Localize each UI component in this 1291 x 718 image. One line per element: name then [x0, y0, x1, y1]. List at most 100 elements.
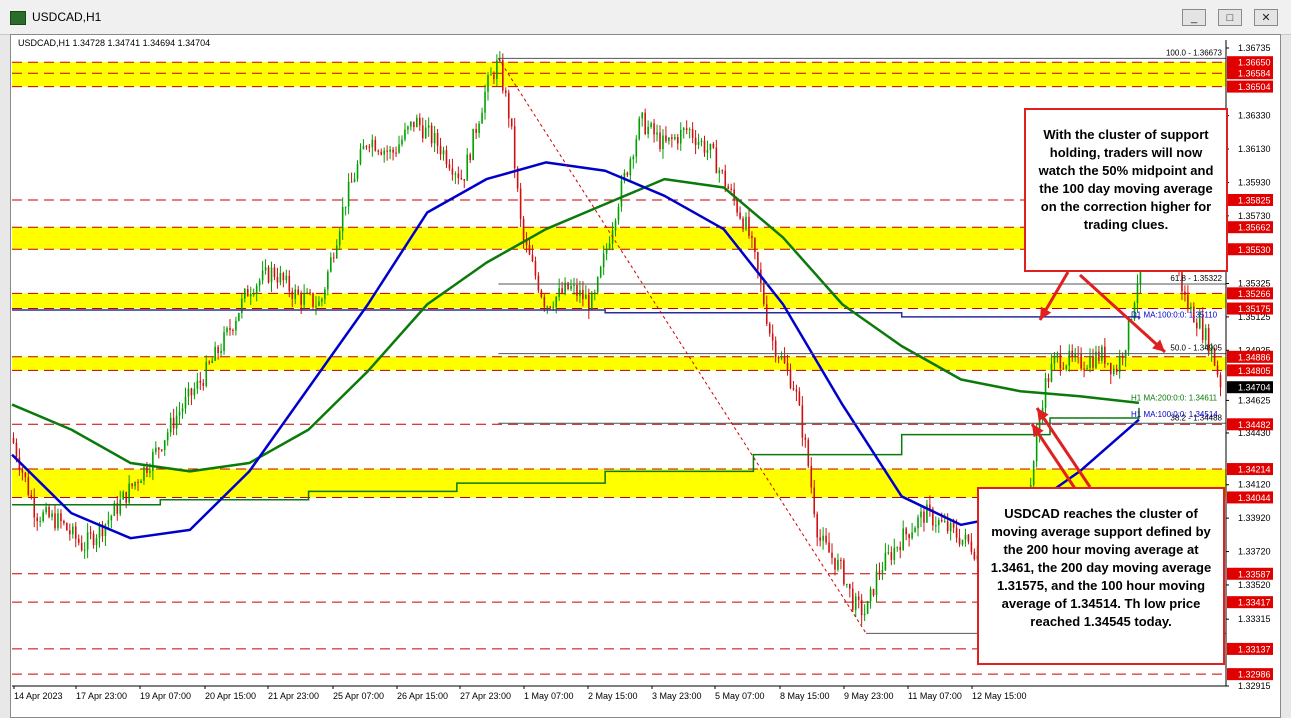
candle-body [822, 535, 824, 541]
candle-body [416, 117, 418, 128]
candle-body [306, 292, 308, 294]
candle-body [543, 297, 546, 307]
candle-body [202, 382, 205, 386]
candle-body [884, 552, 887, 571]
level-price-label: 1.36584 [1238, 69, 1271, 79]
candle-body [946, 521, 949, 532]
candle-body [644, 112, 646, 134]
candle-body [466, 154, 469, 181]
candle-body [709, 143, 712, 150]
candle-body [917, 517, 919, 529]
candle-body [169, 417, 172, 433]
candle-body [834, 557, 836, 570]
time-tick-label: 26 Apr 15:00 [397, 691, 448, 701]
candle-body [783, 356, 786, 364]
ma-value-label: H1 MA:100:0:0: 1.34514 [1131, 410, 1218, 419]
candle-body [163, 440, 166, 450]
candle-body [392, 149, 394, 153]
time-tick-label: 19 Apr 07:00 [140, 691, 191, 701]
candle-body [128, 483, 130, 503]
ma-200-hour-line [11, 177, 1140, 473]
candle-body [1201, 316, 1204, 341]
candle-body [273, 267, 276, 278]
candle-body [1047, 378, 1050, 382]
candle-body [920, 511, 922, 518]
candle-body [318, 301, 320, 306]
candle-body [389, 149, 391, 152]
candle-body [252, 293, 255, 295]
current-price-label: 1.34704 [1238, 383, 1271, 393]
candle-body [632, 156, 635, 160]
candle-body [958, 537, 961, 545]
candle-body [786, 363, 789, 370]
candle-body [534, 261, 537, 276]
candle-body [86, 532, 89, 550]
candle-body [937, 519, 940, 526]
time-tick-label: 21 Apr 23:00 [268, 691, 319, 701]
candle-body [71, 526, 74, 535]
candle-body [1083, 368, 1085, 370]
candle-body [285, 275, 288, 281]
candle-body [119, 499, 122, 514]
candle-body [235, 320, 237, 331]
candle-body [656, 132, 658, 135]
candle-body [404, 129, 406, 140]
candle-body [908, 534, 910, 539]
candle-body [478, 123, 480, 133]
candle-body [685, 128, 688, 130]
candle-body [1059, 353, 1062, 369]
candle-body [279, 272, 282, 283]
candle-body [460, 178, 463, 180]
candle-body [1092, 356, 1094, 368]
candle-body [546, 306, 549, 308]
candle-body [166, 432, 169, 441]
candle-body [152, 451, 154, 471]
candle-body [39, 520, 41, 522]
candle-body [943, 521, 946, 523]
candle-body [807, 439, 810, 466]
candle-body [1195, 322, 1198, 329]
candle-body [190, 388, 193, 396]
candle-body [727, 186, 730, 189]
candle-body [487, 75, 489, 92]
time-tick-label: 12 May 15:00 [972, 691, 1027, 701]
candle-body [854, 596, 857, 610]
candle-body [36, 517, 39, 522]
time-tick-label: 11 May 07:00 [908, 691, 962, 701]
candle-body [312, 292, 314, 307]
candle-body [365, 146, 368, 148]
candle-body [970, 541, 973, 552]
candle-body [226, 328, 228, 333]
candle-body [377, 150, 380, 152]
candle-body [264, 267, 267, 271]
candle-body [697, 141, 700, 145]
candle-body [825, 535, 827, 543]
candle-body [712, 143, 715, 148]
time-tick-label: 20 Apr 15:00 [205, 691, 256, 701]
candle-body [703, 140, 706, 153]
candle-body [804, 437, 807, 440]
support-resistance-zone [12, 293, 1226, 309]
candle-body [424, 127, 427, 139]
candle-body [45, 507, 47, 513]
candle-body [413, 121, 415, 128]
candle-body [561, 288, 563, 293]
candle-body [208, 361, 211, 363]
candle-body [238, 312, 240, 321]
level-price-label: 1.33587 [1238, 569, 1271, 579]
candle-body [522, 218, 525, 241]
candle-body [1124, 350, 1127, 359]
candle-body [682, 128, 685, 131]
candle-body [662, 135, 664, 150]
candle-body [362, 146, 365, 150]
candle-body [131, 483, 133, 487]
candle-body [869, 588, 872, 602]
candle-body [706, 149, 709, 153]
candle-body [668, 137, 670, 142]
level-price-label: 1.34482 [1238, 420, 1271, 430]
candle-body [1118, 355, 1121, 373]
price-tick-label: 1.34120 [1238, 480, 1271, 490]
candle-body [650, 123, 652, 127]
level-price-label: 1.35175 [1238, 304, 1271, 314]
candle-body [1112, 368, 1115, 375]
